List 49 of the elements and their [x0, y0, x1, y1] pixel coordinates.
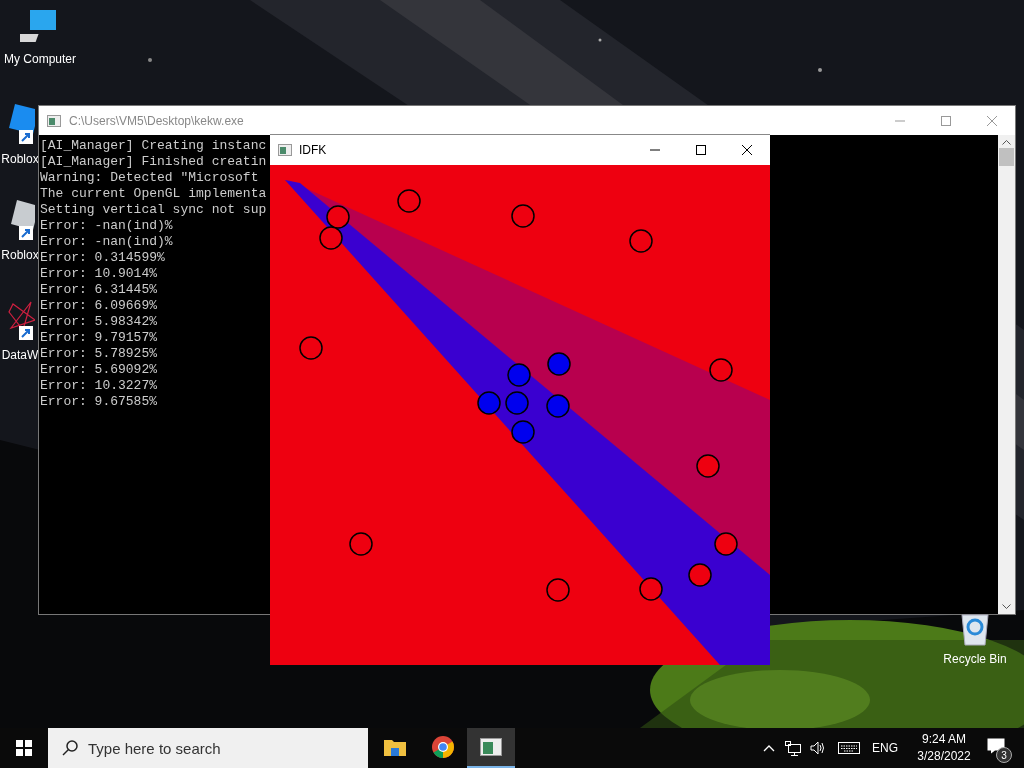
console-line: Error: 5.98342% [40, 314, 158, 330]
console-line: Setting vertical sync not sup [40, 202, 267, 218]
window-title: C:\Users\VM5\Desktop\kekw.exe [69, 112, 244, 130]
icon-label[interactable]: Roblox [1, 150, 39, 168]
keyboard-icon[interactable] [838, 742, 860, 754]
speaker-icon[interactable] [810, 741, 826, 755]
maximize-icon [696, 145, 706, 155]
console-line: [AI_Manager] Creating instanc [40, 138, 267, 154]
console-line: Error: 9.67585% [40, 394, 158, 410]
recycle-bin-icon[interactable] [958, 612, 992, 646]
icon-label[interactable]: DataW [1, 346, 39, 364]
icon-label[interactable]: Recycle Bin [943, 650, 1007, 668]
windows-logo-icon [16, 740, 32, 756]
console-line: Error: 10.3227% [40, 378, 158, 394]
close-icon [742, 145, 752, 155]
network-icon[interactable] [785, 740, 801, 756]
window-app-icon [480, 738, 502, 756]
language-indicator[interactable]: ENG [872, 739, 898, 757]
console-line: Error: -nan(ind)% [40, 234, 173, 250]
scroll-up-icon[interactable] [1002, 139, 1011, 145]
app-icon [278, 144, 292, 156]
notification-badge: 3 [996, 747, 1012, 763]
icon-label[interactable]: Roblox [1, 246, 39, 264]
window-title: IDFK [299, 142, 327, 159]
folder-icon [384, 738, 406, 756]
console-app-icon [47, 114, 61, 127]
console-line: The current OpenGL implementa [40, 186, 267, 202]
close-icon [987, 115, 997, 126]
search-icon [62, 740, 78, 756]
console-line: Error: 5.78925% [40, 346, 158, 362]
console-line: Error: -nan(ind)% [40, 218, 173, 234]
taskbar-app-button[interactable] [467, 728, 515, 768]
console-line: Error: 9.79157% [40, 330, 158, 346]
browser-icon [431, 735, 455, 759]
scrollbar-thumb[interactable] [999, 148, 1014, 166]
maximize-icon [941, 115, 951, 126]
clock[interactable]: 9:24 AM 3/28/2022 [912, 731, 976, 765]
console-line: Error: 5.69092% [40, 362, 158, 378]
console-line: Warning: Detected "Microsoft [40, 170, 260, 186]
search-field[interactable]: Type here to search [48, 728, 368, 768]
console-line: Error: 0.314599% [40, 250, 165, 266]
console-line: Error: 6.31445% [40, 282, 158, 298]
console-line: [AI_Manager] Finished creatin [40, 154, 267, 170]
console-line: Error: 10.9014% [40, 266, 158, 282]
icon-label[interactable]: My Computer [4, 50, 76, 68]
scroll-down-icon[interactable] [1002, 604, 1011, 610]
scrollbar[interactable] [998, 135, 1015, 614]
chevron-up-icon[interactable] [763, 744, 775, 752]
console-line: Error: 6.09669% [40, 298, 158, 314]
